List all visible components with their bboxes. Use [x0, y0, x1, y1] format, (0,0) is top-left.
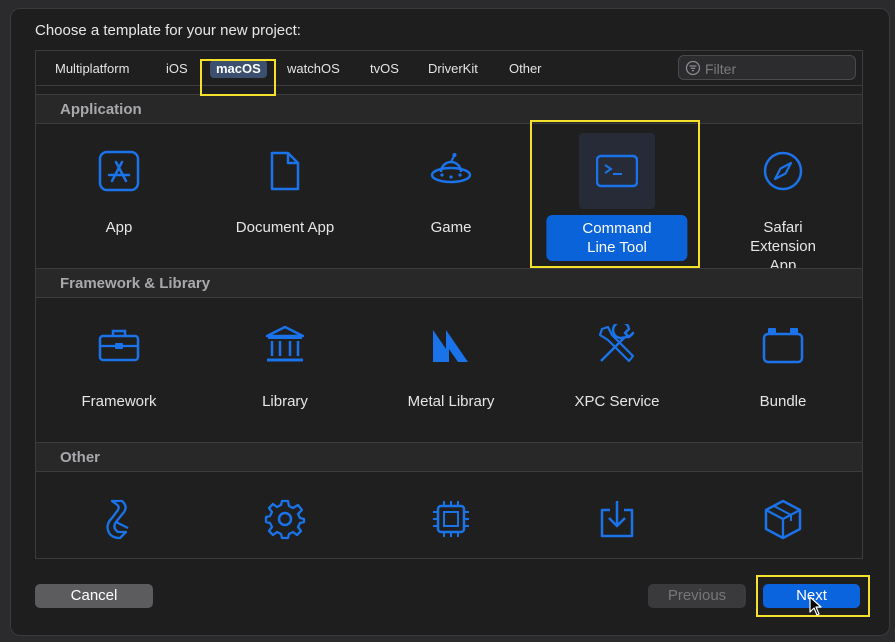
building-columns-icon [247, 307, 323, 383]
download-tray-icon [579, 481, 655, 557]
template-label: XPC Service [574, 393, 660, 410]
template-app[interactable]: App [36, 125, 202, 269]
chip-icon [413, 481, 489, 557]
section-header-other: Other [36, 442, 862, 472]
cancel-button[interactable]: Cancel [35, 584, 153, 608]
tab-macos[interactable]: macOS [210, 60, 267, 78]
tab-other[interactable]: Other [503, 60, 548, 78]
template-label: Metal Library [407, 393, 495, 410]
tab-driverkit[interactable]: DriverKit [422, 60, 484, 78]
mouse-pointer-icon [809, 596, 822, 616]
template-label: Library [262, 393, 308, 410]
template-label: Game [430, 219, 472, 236]
filter-input[interactable] [703, 58, 855, 79]
template-label: Document App [235, 219, 335, 236]
section-title: Framework & Library [60, 275, 211, 292]
template-label: App [105, 219, 133, 236]
template-chooser: Multiplatform iOS macOS watchOS tvOS Dri… [35, 50, 863, 559]
filter-icon [685, 60, 701, 76]
template-label: Bundle [759, 393, 807, 410]
section-header-application: Application [36, 94, 862, 124]
section-title: Application [60, 101, 142, 118]
bundle-icon [745, 307, 821, 383]
app-store-icon [81, 133, 157, 209]
compass-icon [745, 133, 821, 209]
tab-ios[interactable]: iOS [160, 60, 194, 78]
toolbox-icon [81, 307, 157, 383]
package-box-icon [745, 481, 821, 557]
terminal-icon [579, 133, 655, 209]
tab-watchos[interactable]: watchOS [281, 60, 346, 78]
wrench-screwdriver-icon [579, 307, 655, 383]
gear-icon [247, 481, 323, 557]
section-title: Other [60, 449, 101, 466]
ufo-icon [413, 133, 489, 209]
template-label: Command Line Tool [546, 215, 688, 261]
template-label: Framework [81, 393, 157, 410]
swift-script-icon [81, 481, 157, 557]
tab-tvos[interactable]: tvOS [364, 60, 405, 78]
new-project-sheet: Choose a template for your new project: … [10, 8, 890, 636]
tab-multiplatform[interactable]: Multiplatform [49, 60, 135, 78]
platform-tab-bar: Multiplatform iOS macOS watchOS tvOS Dri… [36, 51, 862, 86]
document-icon [247, 133, 323, 209]
metal-icon [413, 307, 489, 383]
dialog-title: Choose a template for your new project: [35, 22, 301, 39]
filter-field[interactable] [678, 55, 856, 80]
section-header-framework-library: Framework & Library [36, 268, 862, 298]
previous-button: Previous [648, 584, 746, 608]
